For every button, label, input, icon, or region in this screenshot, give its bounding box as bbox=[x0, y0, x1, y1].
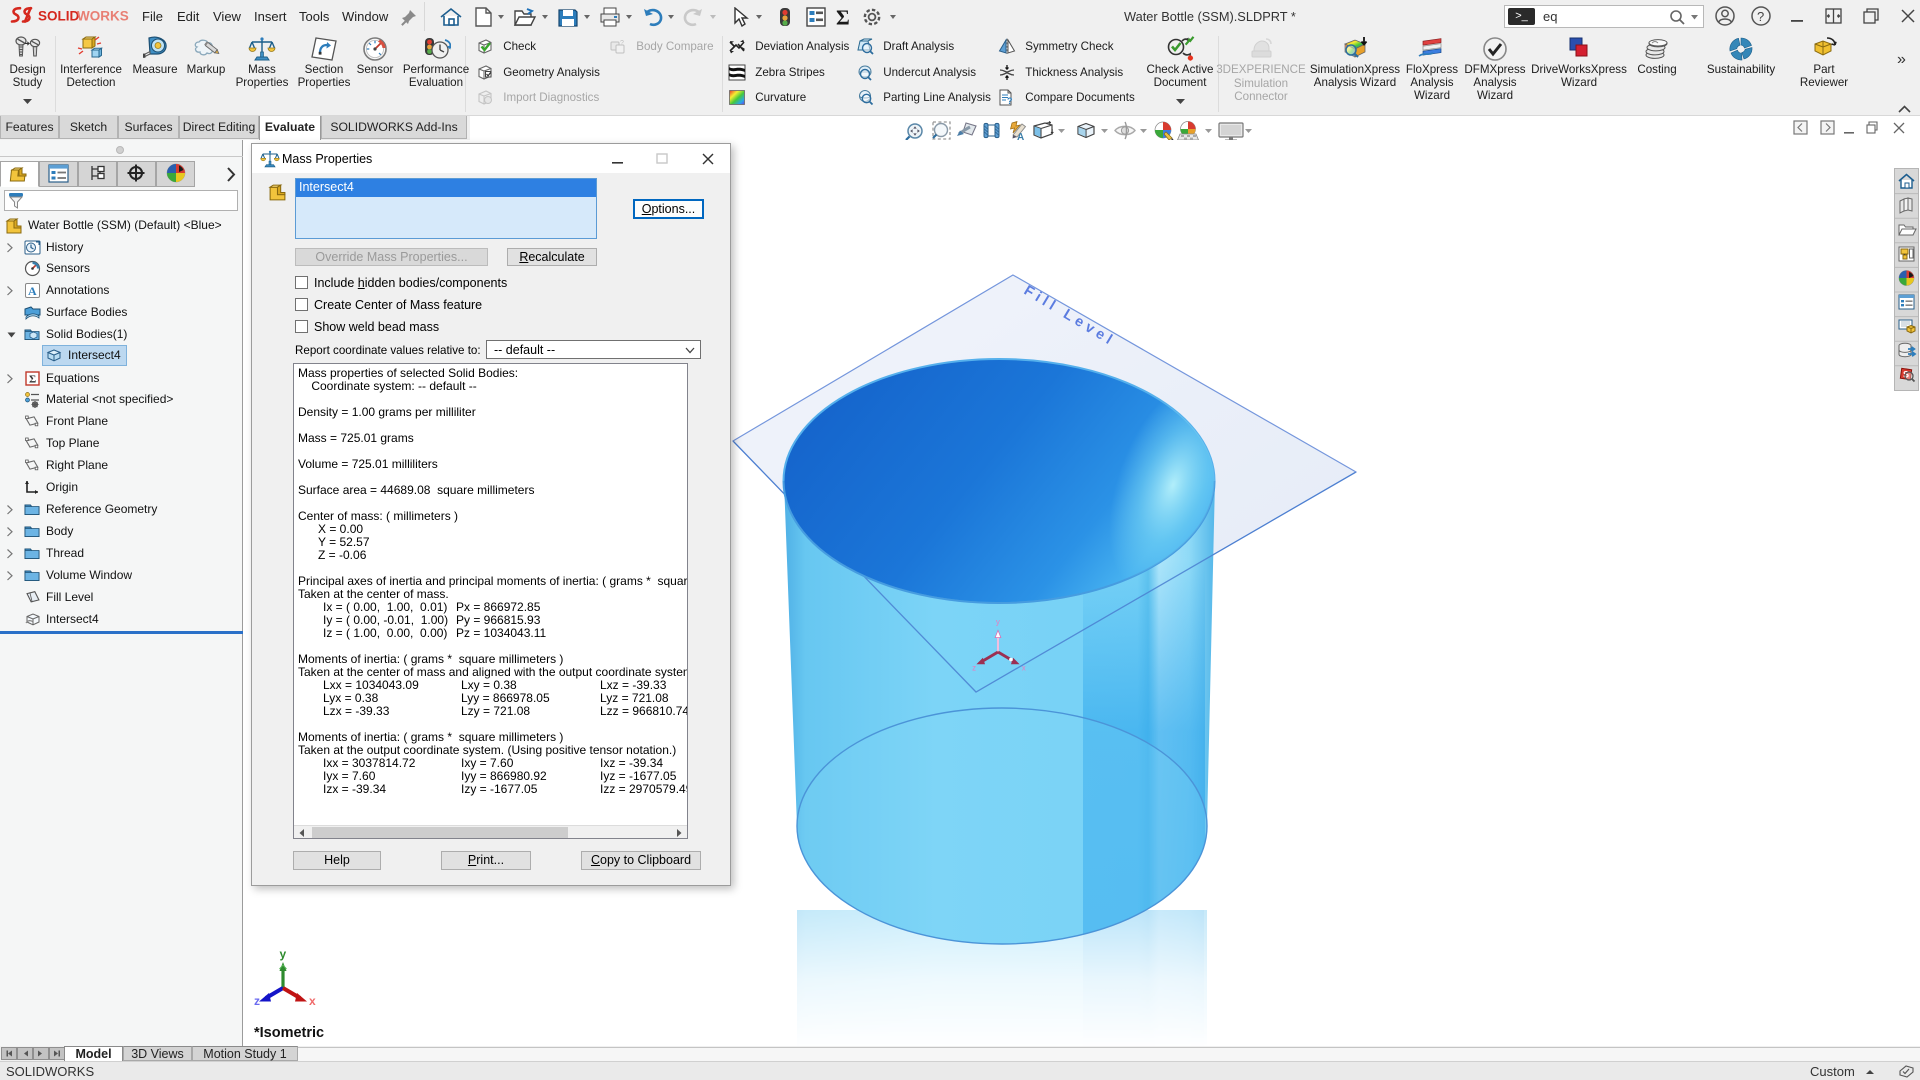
svg-text:y: y bbox=[280, 947, 287, 961]
svg-text:?: ? bbox=[1007, 96, 1013, 106]
svg-text:Σ: Σ bbox=[29, 374, 36, 386]
svg-text:?: ? bbox=[620, 40, 624, 47]
svg-text:A: A bbox=[28, 284, 37, 298]
svg-text:?: ? bbox=[1757, 9, 1764, 24]
svg-text:x: x bbox=[1022, 664, 1026, 673]
svg-text:SOLID: SOLID bbox=[38, 9, 80, 24]
svg-text:z: z bbox=[254, 994, 260, 1008]
svg-text:z: z bbox=[972, 664, 976, 673]
svg-text:y: y bbox=[996, 618, 1000, 627]
svg-text:*Isometric: *Isometric bbox=[254, 1025, 324, 1041]
svg-text:Σ: Σ bbox=[836, 7, 850, 27]
svg-text:x: x bbox=[309, 994, 316, 1008]
svg-text:WORKS: WORKS bbox=[77, 9, 129, 24]
